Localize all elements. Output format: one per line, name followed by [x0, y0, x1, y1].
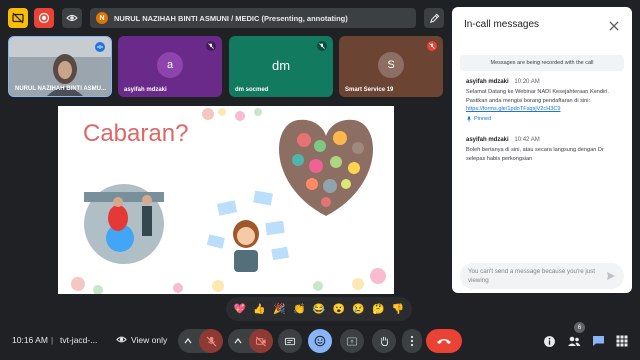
- slide-title: Cabaran?: [83, 120, 189, 147]
- chat-icon: [592, 336, 604, 346]
- reaction-surprised[interactable]: 😮: [331, 304, 347, 315]
- activities-button[interactable]: [614, 333, 630, 349]
- annotate-button[interactable]: [424, 8, 444, 28]
- record-icon: [38, 12, 50, 24]
- message-time: 10:42 AM: [514, 137, 540, 143]
- raise-hand-button[interactable]: [372, 329, 396, 353]
- message-input-placeholder: You can't send a message because you're …: [468, 268, 595, 284]
- reaction-heart[interactable]: 💖: [232, 304, 248, 315]
- close-panel-button[interactable]: [608, 19, 620, 31]
- recording-button[interactable]: [34, 8, 54, 28]
- message-time: 10:20 AM: [514, 79, 540, 85]
- camera-off-icon: [255, 336, 266, 346]
- clock: 10:16 AM: [12, 335, 48, 345]
- pinned-label: Pinned: [466, 116, 622, 122]
- presenter-status: NURUL NAZIHAH BINTI ASMUNI / MEDIC (Pres…: [114, 13, 348, 23]
- reaction-party[interactable]: 🎉: [271, 304, 287, 315]
- reactions-button[interactable]: [308, 329, 332, 353]
- participant-tile-asyifah[interactable]: a asyifah mdzaki: [118, 36, 222, 97]
- message-text: Selamat Datang ke Webinar NADI Kesejahte…: [466, 89, 609, 104]
- participant-count-badge: 6: [574, 322, 585, 333]
- meeting-details-button[interactable]: [541, 333, 557, 349]
- panel-title: In-call messages: [464, 19, 540, 30]
- eye-icon: [116, 336, 127, 343]
- reaction-clap[interactable]: 👏: [291, 304, 307, 315]
- send-icon[interactable]: [606, 271, 616, 281]
- pinned-text: Pinned: [474, 115, 492, 122]
- pin-icon: [467, 116, 471, 122]
- apps-grid-icon: [616, 335, 628, 347]
- participant-avatar: S: [378, 52, 404, 78]
- more-options-button[interactable]: [402, 329, 422, 353]
- reaction-thumbs-up[interactable]: 👍: [252, 304, 268, 315]
- participant-tile-dm-socmed[interactable]: dm dm socmed: [229, 36, 333, 97]
- mic-off-icon: [206, 41, 216, 51]
- present-button[interactable]: [340, 329, 364, 353]
- people-icon: [568, 336, 581, 346]
- presenter-avatar: N: [96, 12, 108, 24]
- chat-button[interactable]: [590, 333, 606, 349]
- captions-button[interactable]: [278, 329, 302, 353]
- mic-off-icon: [427, 41, 437, 51]
- participant-tile-presenter[interactable]: NURUL NAZIHAH BINTI ASMU...: [8, 36, 112, 97]
- more-vert-icon: [410, 335, 414, 347]
- leave-call-button[interactable]: [426, 329, 462, 353]
- camera-toggle-button[interactable]: [249, 329, 273, 353]
- present-icon: [346, 336, 358, 346]
- reaction-thumbs-down[interactable]: 👎: [390, 304, 406, 315]
- participant-name: NURUL NAZIHAH BINTI ASMU...: [15, 86, 106, 92]
- participant-name: dm socmed: [235, 87, 269, 93]
- chevron-up-icon: [234, 338, 242, 344]
- emoji-icon: [314, 335, 326, 347]
- reaction-thinking[interactable]: 🤔: [370, 304, 386, 315]
- in-call-messages-panel: In-call messages Messages are being reco…: [452, 7, 632, 293]
- message-sender: asyifah mdzaki: [466, 79, 509, 85]
- presentation-slide: Cabaran?: [58, 106, 394, 294]
- reactions-bar: 💖 👍 🎉 👏 😂 😮 😢 🤔 👎: [226, 297, 412, 321]
- chevron-up-icon: [184, 338, 192, 344]
- participant-avatar: a: [157, 52, 183, 78]
- audio-wave-icon: [97, 45, 103, 49]
- hand-icon: [380, 336, 388, 347]
- mic-toggle-button[interactable]: [199, 329, 223, 353]
- info-icon: [543, 335, 555, 347]
- reaction-sad[interactable]: 😢: [350, 304, 366, 315]
- message-text: Boleh bertanya di sini, atau secara lang…: [466, 147, 604, 162]
- message-sender: asyifah mdzaki: [466, 137, 509, 143]
- divider: |: [51, 335, 54, 345]
- chat-message: asyifah mdzaki 10:42 AM Boleh bertanya d…: [466, 137, 622, 163]
- view-only-indicator: View only: [116, 334, 167, 345]
- captions-off-button[interactable]: [8, 8, 28, 28]
- pen-icon: [429, 13, 439, 23]
- message-link[interactable]: https://forms.gle/1pdoTFsqsjV2cH3C9: [466, 106, 561, 112]
- participant-name: asyifah mdzaki: [124, 87, 167, 93]
- captions-icon: [284, 337, 296, 345]
- participant-avatar: dm: [271, 57, 291, 73]
- mic-off-icon: [206, 336, 216, 346]
- chat-message: asyifah mdzaki 10:20 AM Selamat Datang k…: [466, 79, 622, 122]
- participant-name: Smart Service 19: [345, 87, 394, 93]
- close-icon: [609, 21, 619, 31]
- hang-up-icon: [437, 339, 451, 344]
- people-button[interactable]: [566, 333, 582, 349]
- recording-notice: Messages are being recorded with the cal…: [460, 55, 624, 71]
- view-only-label: View only: [131, 334, 168, 345]
- visibility-button[interactable]: [62, 8, 82, 28]
- mic-off-icon: [317, 41, 327, 51]
- top-bar: N NURUL NAZIHAH BINTI ASMUNI / MEDIC (Pr…: [0, 0, 450, 36]
- speaking-indicator: [95, 42, 105, 52]
- meeting-code: tvt-jacd-...: [60, 335, 98, 345]
- bottom-control-bar: 10:16 AM | tvt-jacd-... View only: [0, 324, 640, 360]
- presenter-bar: N NURUL NAZIHAH BINTI ASMUNI / MEDIC (Pr…: [90, 8, 416, 28]
- eye-icon: [66, 14, 78, 22]
- message-input[interactable]: You can't send a message because you're …: [460, 263, 624, 289]
- captions-off-icon: [12, 12, 24, 24]
- participant-tile-smart-service[interactable]: S Smart Service 19: [339, 36, 443, 97]
- reaction-laugh[interactable]: 😂: [311, 304, 327, 315]
